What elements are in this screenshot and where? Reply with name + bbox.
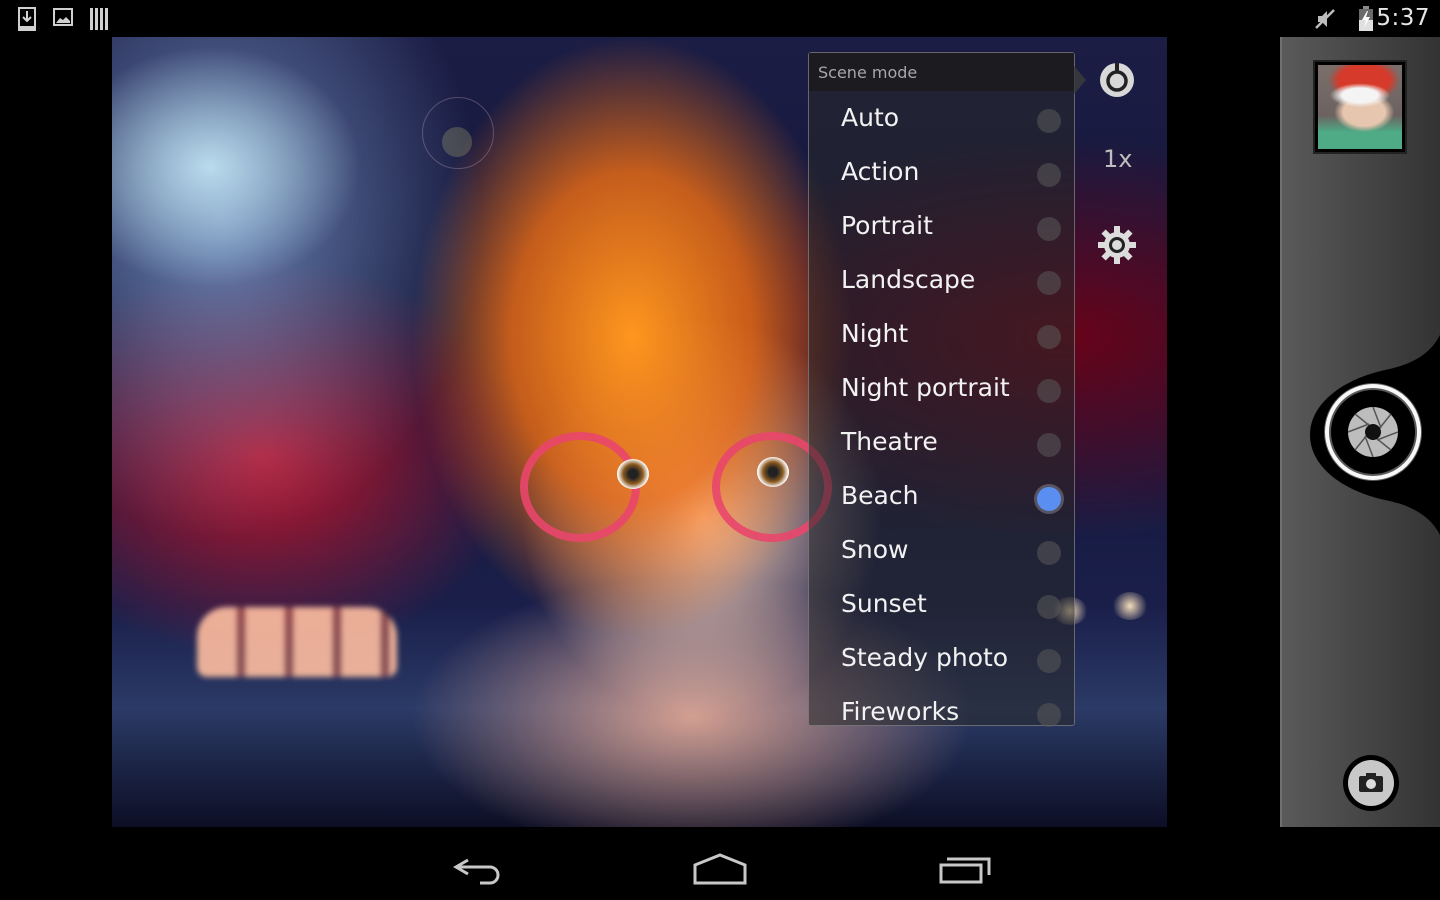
- scene-mode-popup: Scene mode Auto Action Portrait Landscape Ni…: [808, 52, 1075, 727]
- back-button[interactable]: [448, 845, 508, 885]
- scene-mode-option-portrait[interactable]: Portrait: [809, 199, 1074, 253]
- glasses-left-lens: [520, 432, 640, 542]
- radio-button[interactable]: [1037, 649, 1061, 673]
- lens-flare: [442, 127, 472, 157]
- option-label: Night portrait: [841, 373, 1010, 402]
- option-label: Night: [841, 319, 909, 348]
- thumbnail-image: [1318, 65, 1402, 149]
- popup-pointer: [1074, 66, 1086, 94]
- bokeh-light: [1112, 592, 1148, 620]
- eye-left: [617, 459, 649, 489]
- battery-charging-icon: [1359, 6, 1373, 31]
- aperture-icon: [1347, 406, 1399, 458]
- scene-mode-option-theatre[interactable]: Theatre: [809, 415, 1074, 469]
- recent-apps-button[interactable]: [935, 845, 995, 885]
- scene-mode-option-fireworks[interactable]: Fireworks: [809, 685, 1074, 739]
- download-notification-icon: [18, 7, 36, 31]
- hand: [197, 607, 397, 677]
- gallery-notification-icon: [53, 8, 73, 26]
- scene-mode-option-beach[interactable]: Beach: [809, 469, 1074, 523]
- radio-button[interactable]: [1037, 433, 1061, 457]
- option-label: Theatre: [841, 427, 938, 456]
- radio-button[interactable]: [1037, 703, 1061, 727]
- option-label: Beach: [841, 481, 919, 510]
- radio-button[interactable]: [1037, 325, 1061, 349]
- option-label: Steady photo: [841, 643, 1009, 672]
- scene-mode-option-night-portrait[interactable]: Night portrait: [809, 361, 1074, 415]
- scene-mode-option-landscape[interactable]: Landscape: [809, 253, 1074, 307]
- option-label: Auto: [841, 103, 900, 132]
- popup-title: Scene mode: [809, 53, 1074, 91]
- clock: 5:37: [1376, 5, 1430, 31]
- barcode-notification-icon: [90, 8, 108, 30]
- radio-button[interactable]: [1037, 271, 1061, 295]
- last-photo-thumbnail[interactable]: [1313, 60, 1407, 154]
- eye-right: [757, 457, 789, 487]
- radio-button[interactable]: [1037, 541, 1061, 565]
- radio-button[interactable]: [1037, 487, 1061, 511]
- scene-mode-option-steady-photo[interactable]: Steady photo: [809, 631, 1074, 685]
- home-button[interactable]: [690, 845, 750, 885]
- scene-mode-option-action[interactable]: Action: [809, 145, 1074, 199]
- option-label: Landscape: [841, 265, 976, 294]
- option-label: Portrait: [841, 211, 933, 240]
- radio-button[interactable]: [1037, 595, 1061, 619]
- radio-button[interactable]: [1037, 163, 1061, 187]
- option-label: Snow: [841, 535, 909, 564]
- option-label: Sunset: [841, 589, 927, 618]
- option-label: Action: [841, 157, 920, 186]
- camera-switch-button[interactable]: [1342, 754, 1400, 812]
- gear-icon[interactable]: [1097, 225, 1137, 265]
- option-label: Fireworks: [841, 697, 960, 726]
- scene-mode-option-sunset[interactable]: Sunset: [809, 577, 1074, 631]
- mute-icon: [1315, 9, 1335, 29]
- status-bar: 5:37: [0, 0, 1440, 37]
- radio-button[interactable]: [1037, 109, 1061, 133]
- radio-button[interactable]: [1037, 379, 1061, 403]
- scene-mode-option-auto[interactable]: Auto: [809, 91, 1074, 145]
- scene-mode-icon[interactable]: [1098, 61, 1136, 99]
- shutter-button[interactable]: [1324, 383, 1422, 481]
- radio-button[interactable]: [1037, 217, 1061, 241]
- zoom-level-indicator[interactable]: 1x: [1103, 145, 1132, 173]
- scene-mode-option-night[interactable]: Night: [809, 307, 1074, 361]
- scene-mode-option-snow[interactable]: Snow: [809, 523, 1074, 577]
- navigation-bar: [0, 827, 1440, 900]
